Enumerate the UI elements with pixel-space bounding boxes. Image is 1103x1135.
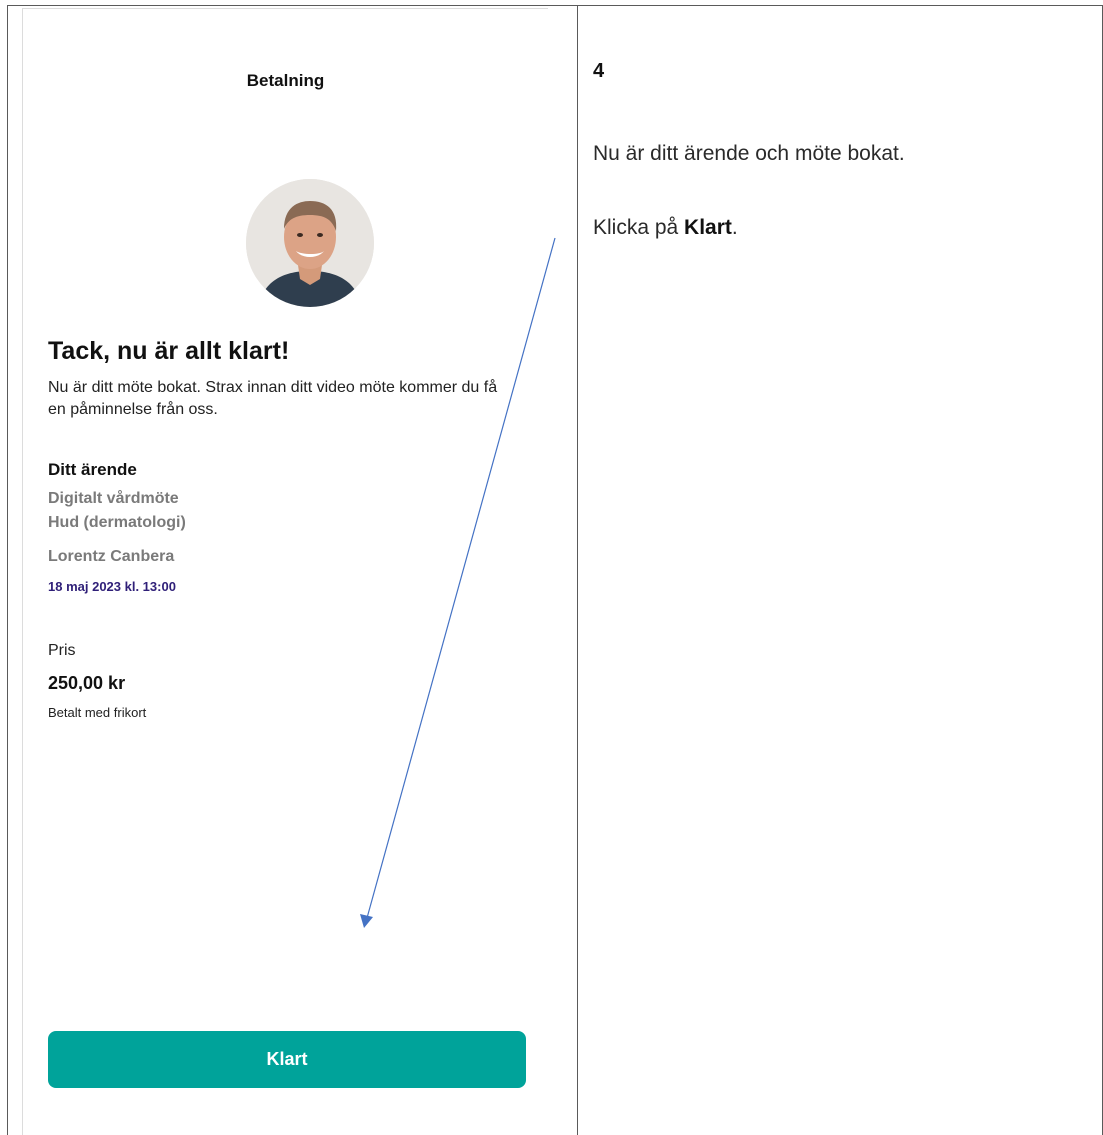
clinician-avatar xyxy=(246,179,374,307)
done-button[interactable]: Klart xyxy=(48,1031,526,1088)
person-photo-icon xyxy=(246,179,374,307)
case-heading: Ditt ärende xyxy=(48,460,137,479)
price-amount: 250,00 kr xyxy=(48,673,126,693)
case-type: Digitalt vårdmöte xyxy=(48,490,179,507)
page-title: Betalning xyxy=(246,71,325,90)
app-screen: Betalning xyxy=(23,9,548,1135)
table-border-top xyxy=(7,5,1103,6)
case-datetime: 18 maj 2023 kl. 13:00 xyxy=(48,579,176,594)
case-clinician: Lorentz Canbera xyxy=(48,548,175,565)
instruction-line-1: Nu är ditt ärende och möte bokat. xyxy=(593,142,905,165)
case-specialty: Hud (dermatologi) xyxy=(48,514,186,531)
price-label: Pris xyxy=(48,642,76,659)
confirmation-heading: Tack, nu är allt klart! xyxy=(48,337,290,365)
instruction-prefix: Klicka på xyxy=(593,216,685,239)
instruction-button-name: Klart xyxy=(684,216,732,239)
payment-note: Betalt med frikort xyxy=(48,705,147,720)
instruction-line-2: Klicka på Klart. xyxy=(593,216,738,240)
table-border-left xyxy=(7,5,8,1135)
confirmation-text: Nu är ditt möte bokat. Strax innan ditt … xyxy=(48,379,498,418)
table-border-middle xyxy=(577,5,578,1135)
instruction-suffix: . xyxy=(731,216,738,239)
step-number: 4 xyxy=(593,60,605,82)
